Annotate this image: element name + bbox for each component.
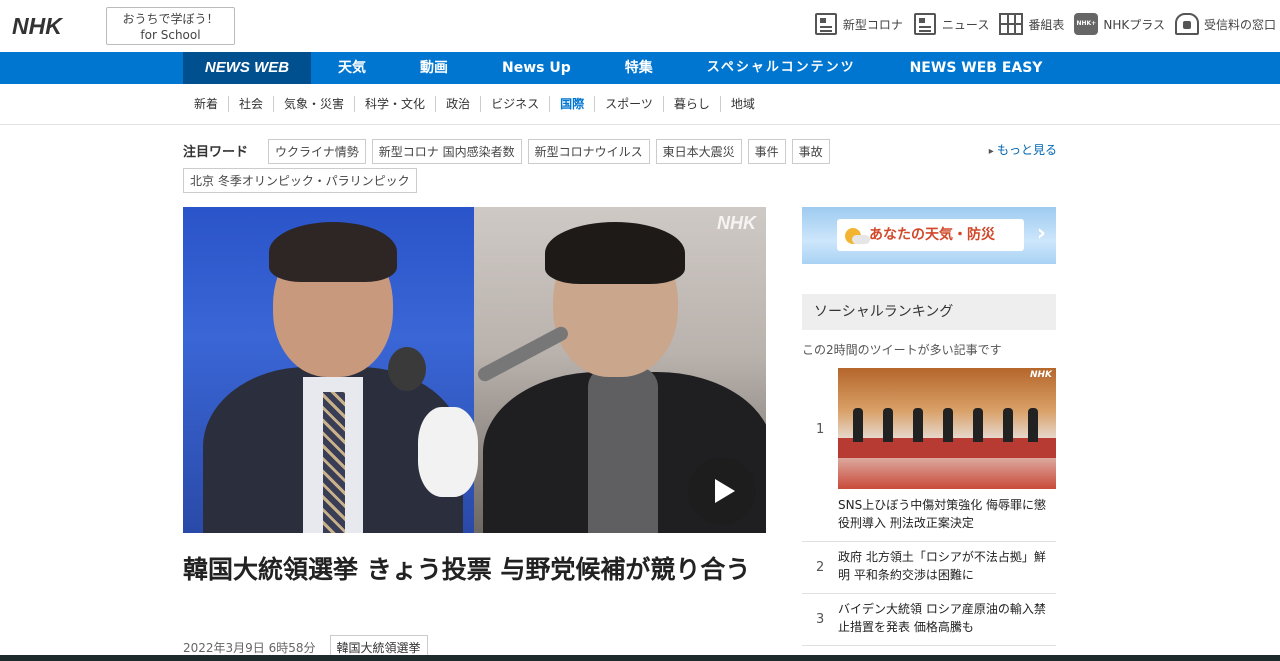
ranking-item-text: 政府 北方領土「ロシアが不法占拠」鮮明 平和条約交渉は困難に	[838, 550, 1046, 582]
top-links: 新型コロナ ニュース 番組表 NHK+ NHKプラス 受信料の窓口	[804, 12, 1276, 36]
figure-shape	[853, 408, 863, 442]
keyword-tag[interactable]: 事件	[747, 139, 786, 164]
link-program-guide[interactable]: 番組表	[999, 12, 1064, 36]
fee-icon	[1174, 12, 1199, 36]
nhkplus-icon: NHK+	[1074, 12, 1099, 36]
microphone-icon	[388, 347, 426, 391]
rank-number: 1	[816, 422, 825, 437]
link-covid-label: 新型コロナ	[842, 17, 903, 32]
link-nhkplus[interactable]: NHK+ NHKプラス	[1074, 12, 1165, 36]
candidate-left-hair	[269, 222, 397, 282]
link-news-label: ニュース	[941, 17, 990, 32]
for-school-button[interactable]: おうちで学ぼう！ for School	[106, 7, 235, 45]
ranking-title: ソーシャルランキング	[802, 294, 1056, 330]
cat-weather-disaster[interactable]: 気象・災害	[273, 96, 354, 112]
figure-shape	[973, 408, 983, 442]
link-fee[interactable]: 受信料の窓口	[1174, 12, 1276, 36]
cat-science-culture[interactable]: 科学・文化	[354, 96, 435, 112]
grid-icon	[999, 12, 1024, 36]
taskbar-strip	[0, 655, 1280, 661]
link-program-guide-label: 番組表	[1028, 17, 1065, 32]
nav-video[interactable]: 動画	[393, 52, 475, 84]
figure-shape	[1003, 408, 1013, 442]
cat-business[interactable]: ビジネス	[480, 96, 549, 112]
keywords-more-link[interactable]: もっと見る	[989, 141, 1057, 158]
keyword-list: ウクライナ情勢 新型コロナ 国内感染者数 新型コロナウイルス 東日本大震災 事件…	[268, 139, 868, 170]
news-box-icon	[814, 12, 838, 36]
keyword-tag[interactable]: 東日本大震災	[655, 139, 742, 164]
cat-politics[interactable]: 政治	[435, 96, 480, 112]
ranking-list: 1 NHK SNS上ひぼう中傷対策強化 侮辱罪に懲役刑導入 刑法改正案決定 2 …	[802, 368, 1056, 646]
rank-number: 2	[816, 560, 825, 575]
keyword-tag[interactable]: ウクライナ情勢	[268, 139, 366, 164]
top-header: NHK おうちで学ぼう！ for School 新型コロナ ニュース 番組表 N…	[0, 0, 1280, 52]
main-nav: NEWS WEB 天気 動画 News Up 特集 スペシャルコンテンツ NEW…	[0, 52, 1280, 84]
cloud-icon	[852, 235, 870, 244]
candidate-right-sweater	[588, 367, 658, 533]
nhk-watermark: NHK	[1029, 370, 1052, 380]
article-headline[interactable]: 韓国大統領選挙 きょう投票 与野党候補が競り合う	[183, 551, 766, 589]
candidate-right-hair	[545, 222, 685, 284]
keywords-title: 注目ワード	[183, 145, 249, 160]
news-icon	[913, 12, 937, 36]
keyword-tag[interactable]: 新型コロナ 国内感染者数	[371, 139, 522, 164]
cat-international[interactable]: 国際	[549, 96, 594, 112]
keyword-tag[interactable]: 事故	[791, 139, 830, 164]
play-icon[interactable]	[688, 457, 756, 525]
ranking-item[interactable]: 3 バイデン大統領 ロシア産原油の輸入禁止措置を発表 価格高騰も	[802, 594, 1056, 646]
nav-features[interactable]: 特集	[598, 52, 680, 84]
link-covid[interactable]: 新型コロナ	[814, 12, 903, 36]
nav-easy[interactable]: NEWS WEB EASY	[883, 52, 1070, 84]
cat-sports[interactable]: スポーツ	[594, 96, 663, 112]
keyword-tag[interactable]: 北京 冬季オリンピック・パラリンピック	[183, 168, 417, 193]
candidate-left-glove	[418, 407, 478, 497]
figure-shape	[1028, 408, 1038, 442]
ranking-item[interactable]: 1 NHK SNS上ひぼう中傷対策強化 侮辱罪に懲役刑導入 刑法改正案決定	[802, 368, 1056, 542]
ranking-item-text: バイデン大統領 ロシア産原油の輸入禁止措置を発表 価格高騰も	[838, 602, 1046, 634]
link-news[interactable]: ニュース	[913, 12, 989, 36]
chevron-right-icon: ›	[1036, 221, 1046, 246]
nhk-watermark: NHK	[717, 213, 756, 233]
link-nhkplus-label: NHKプラス	[1103, 17, 1165, 32]
figure-shape	[883, 408, 893, 442]
ranking-item-text: SNS上ひぼう中傷対策強化 侮辱罪に懲役刑導入 刑法改正案決定	[838, 498, 1047, 530]
hero-video-thumbnail[interactable]: NHK	[183, 207, 766, 533]
cat-life[interactable]: 暮らし	[662, 96, 720, 112]
cat-new[interactable]: 新着	[194, 96, 228, 112]
cat-region[interactable]: 地域	[719, 96, 765, 112]
cat-society[interactable]: 社会	[228, 96, 273, 112]
article-date: 2022年3月9日 6時58分	[183, 641, 316, 655]
rank-number: 3	[816, 612, 825, 627]
ranking-thumbnail: NHK	[838, 368, 1056, 489]
figure-shape	[913, 408, 923, 442]
nav-special[interactable]: スペシャルコンテンツ	[680, 52, 883, 84]
category-nav: 新着 社会 気象・災害 科学・文化 政治 ビジネス 国際 スポーツ 暮らし 地域	[0, 84, 1280, 125]
figure-shape	[943, 408, 953, 442]
keyword-tag[interactable]: 新型コロナウイルス	[527, 139, 650, 164]
weather-banner[interactable]: あなたの天気・防災 ›	[802, 207, 1056, 264]
ranking-subtitle: この2時間のツイートが多い記事です	[802, 343, 1002, 357]
nav-newsup[interactable]: News Up	[475, 52, 598, 84]
for-school-line2: for School	[140, 28, 201, 42]
ranking-item[interactable]: 2 政府 北方領土「ロシアが不法占拠」鮮明 平和条約交渉は困難に	[802, 542, 1056, 594]
nhk-logo[interactable]: NHK	[12, 13, 62, 40]
news-web-brand[interactable]: NEWS WEB	[183, 52, 311, 84]
for-school-line1: おうちで学ぼう！	[122, 12, 219, 26]
candidate-left-tie	[323, 392, 345, 533]
link-fee-label: 受信料の窓口	[1203, 17, 1276, 32]
nav-weather[interactable]: 天気	[311, 52, 393, 84]
